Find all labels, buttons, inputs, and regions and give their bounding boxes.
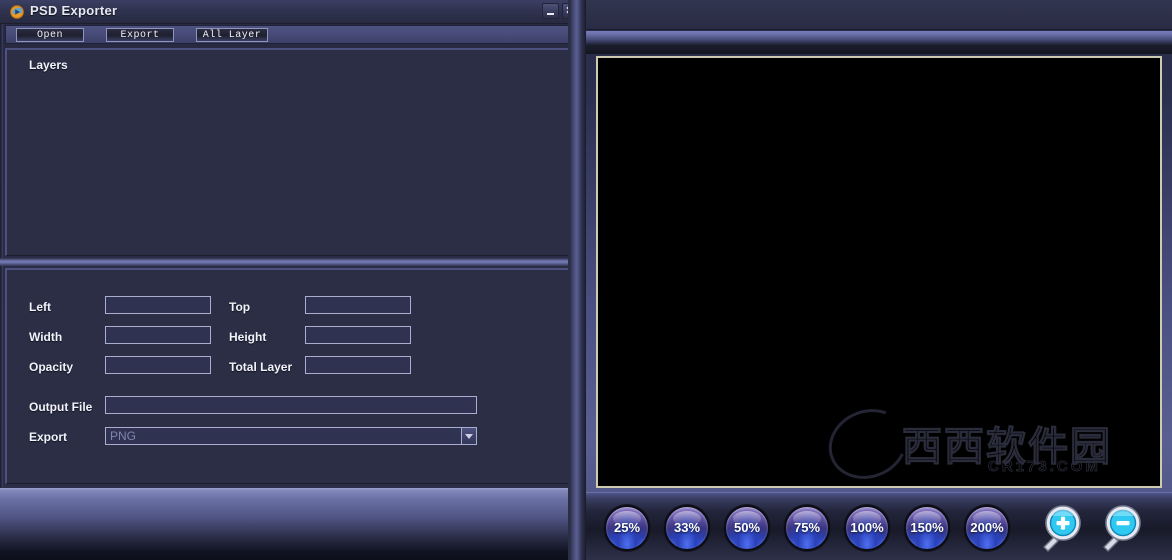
chevron-down-icon[interactable] [461,427,477,445]
zoom-level-25-label: 25% [606,507,648,549]
open-button[interactable]: Open [16,28,84,42]
watermark-text: 西西软件园 [902,414,1112,472]
psd-app-icon [10,5,24,19]
export-button[interactable]: Export [106,28,174,42]
properties-panel: Left Top Width Height Opacity Total Laye… [5,268,579,484]
layers-list[interactable] [11,80,574,251]
image-viewer-window: 西西软件园 CR173.COM 25% 33% 50% 75% 100% 150… [586,0,1172,560]
opacity-label: Opacity [29,360,73,374]
magnifier-minus-icon [1092,501,1146,555]
vertical-splitter[interactable] [568,0,586,560]
zoom-level-150-label: 150% [906,507,948,549]
zoom-level-100-label: 100% [846,507,888,549]
preview-canvas[interactable]: 西西软件园 CR173.COM [596,56,1162,488]
layers-panel: Layers [5,48,579,256]
left-label: Left [29,300,51,314]
zoom-level-75[interactable]: 75% [784,505,830,551]
width-label: Width [29,330,62,344]
zoom-level-100[interactable]: 100% [844,505,890,551]
height-label: Height [229,330,266,344]
minimize-icon [547,13,554,15]
minimize-button[interactable] [542,3,559,19]
zoom-level-33-label: 33% [666,507,708,549]
zoom-out-button[interactable] [1092,501,1146,555]
watermark: 西西软件园 CR173.COM [828,408,1148,480]
watermark-logo-icon [818,397,918,488]
zoom-level-50-label: 50% [726,507,768,549]
zoom-level-200[interactable]: 200% [964,505,1010,551]
layers-title: Layers [29,58,68,72]
horizontal-splitter[interactable] [0,258,584,266]
export-format-label: Export [29,430,67,444]
toolbar: Open Export All Layer [5,25,579,44]
zoom-toolbar: 25% 33% 50% 75% 100% 150% 200% [586,492,1172,560]
zoom-level-200-label: 200% [966,507,1008,549]
window-left-edge [0,0,3,560]
magnifier-plus-icon [1032,501,1086,555]
export-format-combobox[interactable]: PNG [105,427,477,445]
height-input[interactable] [305,326,411,344]
zoom-level-150[interactable]: 150% [904,505,950,551]
watermark-subtext: CR173.COM [988,458,1101,475]
application-root: PSD Exporter ✖ Open Export All Layer Lay… [0,0,1172,560]
width-input[interactable] [105,326,211,344]
titlebar: PSD Exporter ✖ [0,0,584,24]
zoom-level-50[interactable]: 50% [724,505,770,551]
psd-exporter-window: PSD Exporter ✖ Open Export All Layer Lay… [0,0,584,560]
opacity-input[interactable] [105,356,211,374]
left-input[interactable] [105,296,211,314]
left-bottom-bar [0,488,584,560]
output-file-input[interactable] [105,396,477,414]
window-title: PSD Exporter [30,3,117,18]
zoom-level-25[interactable]: 25% [604,505,650,551]
zoom-in-button[interactable] [1032,501,1086,555]
total-layer-input[interactable] [305,356,411,374]
zoom-level-33[interactable]: 33% [664,505,710,551]
viewer-toolbar[interactable] [586,31,1172,54]
all-layer-button[interactable]: All Layer [196,28,268,42]
zoom-level-75-label: 75% [786,507,828,549]
total-layer-label: Total Layer [229,360,292,374]
output-file-label: Output File [29,400,92,414]
top-label: Top [229,300,250,314]
viewer-menubar[interactable] [586,0,1172,30]
export-format-value[interactable]: PNG [105,427,477,445]
top-input[interactable] [305,296,411,314]
